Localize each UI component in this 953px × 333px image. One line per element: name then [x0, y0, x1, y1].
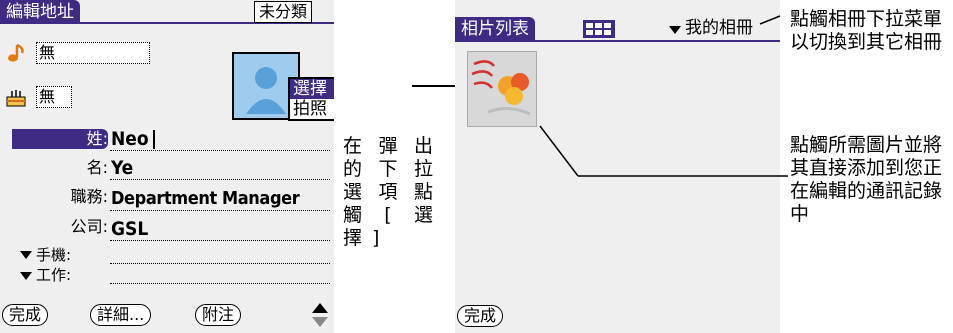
select-instruction-callout: 在彈出的下拉選項點觸[選擇]: [343, 135, 443, 249]
ringtone-field[interactable]: 無: [36, 42, 150, 64]
field-label-first-name: 名:: [86, 158, 108, 177]
work-underline: [110, 283, 330, 284]
album-dropdown-callout: 點觸相冊下拉菜單以切換到其它相冊: [790, 8, 943, 53]
edit-address-screen: 編輯地址 未分類 無 無 姓: Neo 名: Ye 職務: Department…: [0, 0, 334, 333]
field-label-mobile[interactable]: 手機:: [36, 244, 71, 266]
company-underline: [110, 240, 330, 241]
field-label-work[interactable]: 工作:: [36, 264, 71, 286]
scroll-arrows-icon[interactable]: [311, 302, 329, 328]
photo-popup-menu: 選擇 拍照: [288, 77, 334, 121]
first-name-input[interactable]: Ye: [111, 157, 133, 179]
popup-item-take-photo[interactable]: 拍照: [290, 99, 334, 119]
page-title: 編輯地址: [0, 0, 80, 24]
dropdown-triangle-icon[interactable]: [20, 250, 32, 260]
dropdown-triangle-icon[interactable]: [20, 271, 32, 281]
pick-photo-callout: 點觸所需圖片並將其直接添加到您正在編輯的通訊記錄中: [790, 134, 943, 225]
text-cursor: [153, 130, 155, 149]
company-input[interactable]: GSL: [111, 218, 148, 240]
field-label-last-name: 姓:: [86, 129, 108, 148]
details-button[interactable]: 詳細...: [90, 304, 152, 326]
photo-thumbnail[interactable]: [467, 51, 537, 127]
title-input[interactable]: Department Manager: [111, 188, 300, 210]
note-button[interactable]: 附注: [195, 304, 242, 326]
photo-list-title: 相片列表: [455, 17, 535, 41]
photo-thumbnail-image: [471, 60, 531, 116]
last-name-input[interactable]: Neo: [111, 128, 149, 150]
photo-list-done-button[interactable]: 完成: [457, 305, 504, 327]
birthday-cake-icon: [6, 90, 26, 107]
field-label-company: 公司:: [70, 217, 108, 236]
mobile-underline: [110, 263, 330, 264]
popup-item-select[interactable]: 選擇: [290, 79, 334, 99]
title-underline: [110, 210, 330, 211]
callout-leader-lines: [539, 15, 788, 177]
done-button[interactable]: 完成: [2, 304, 49, 326]
field-label-title: 職務:: [70, 187, 108, 206]
last-name-underline: [110, 150, 330, 151]
music-note-icon: [8, 43, 24, 62]
first-name-underline: [110, 179, 330, 180]
category-dropdown[interactable]: 未分類: [254, 1, 313, 23]
birthday-field[interactable]: 無: [36, 86, 72, 108]
